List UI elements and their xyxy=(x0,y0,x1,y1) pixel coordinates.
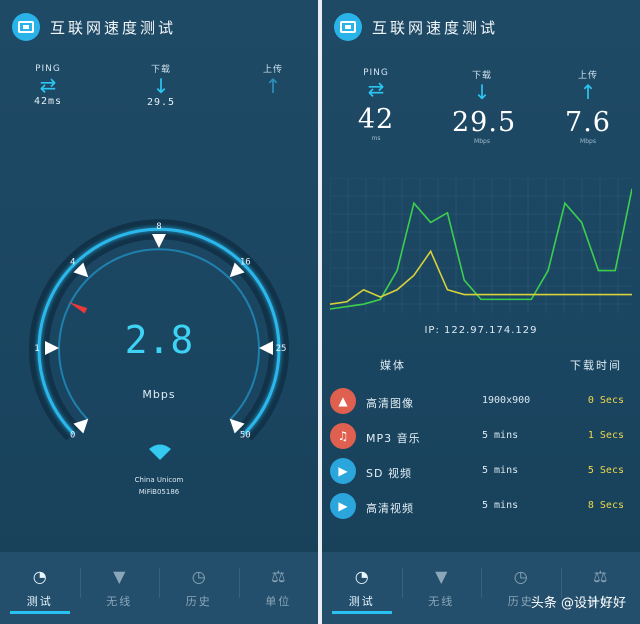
download-stat: 下载 ↓ 29.5 xyxy=(131,62,191,108)
list-item[interactable]: ▲ 高清图像 1900x900 0 Secs xyxy=(330,386,632,418)
ping-stat: PING ⇄ 42 ms xyxy=(346,68,406,142)
current-speed: 2.8 xyxy=(124,318,194,362)
carrier-name: China Unicom xyxy=(134,476,184,484)
ssid-name: MiFiB05186 xyxy=(138,488,180,496)
upload-unit: Mbps xyxy=(580,138,596,145)
app-title: 互联网速度测试 xyxy=(50,18,177,37)
media-column-header: 媒体 xyxy=(380,359,406,372)
bottom-tab-bar: ◔ 测试 ▼ 无线 ◷ 历史 ⚖ 单位 xyxy=(0,552,318,624)
tab-test[interactable]: ◔ 测试 xyxy=(0,552,80,624)
bottom-tab-bar: ◔ 测试 ▼ 无线 ◷ 历史 ⚖ 单位 xyxy=(322,552,640,624)
download-value: 29.5 xyxy=(452,107,517,138)
tab-units-label: 单位 xyxy=(265,595,292,608)
list-item[interactable]: ▶ 高清视频 5 mins 8 Secs xyxy=(330,491,632,523)
scale-icon: ⚖ xyxy=(593,567,608,586)
download-arrow-icon: ↓ xyxy=(473,80,491,104)
gauge-tick-label: 0 xyxy=(70,430,75,440)
list-item[interactable]: ▶ SD 视频 5 mins 5 Secs xyxy=(330,456,632,488)
speedometer-icon: ◔ xyxy=(32,567,47,586)
ping-value: 42ms xyxy=(33,96,63,107)
tab-units[interactable]: ⚖ 单位 xyxy=(560,552,640,624)
tab-units[interactable]: ⚖ 单位 xyxy=(238,552,319,624)
media-size: 1900x900 xyxy=(482,395,531,406)
speed-test-screen: 互联网速度测试 PING ⇄ 42ms 下载 ↓ 29.5 上传 ↑ 01481… xyxy=(0,0,318,624)
wifi-icon xyxy=(149,444,171,460)
media-name: 高清图像 xyxy=(366,397,414,410)
download-time: 1 Secs xyxy=(587,430,624,441)
gauge-tick-label: 16 xyxy=(240,258,251,268)
gauge-tick xyxy=(152,234,166,248)
download-time: 8 Secs xyxy=(587,500,624,511)
gauge-tick-label: 4 xyxy=(70,258,75,268)
download-unit: Mbps xyxy=(474,138,490,145)
upload-stat: 上传 ↑ xyxy=(243,62,303,97)
tab-test-label: 测试 xyxy=(348,595,375,608)
media-name: SD 视频 xyxy=(366,467,412,480)
app-bar: 互联网速度测试 xyxy=(0,0,318,54)
speed-unit: Mbps xyxy=(142,388,176,401)
tab-wireless[interactable]: ▼ 无线 xyxy=(401,552,482,624)
video-icon: ▶ xyxy=(330,493,356,519)
tab-wireless[interactable]: ▼ 无线 xyxy=(79,552,160,624)
video-icon: ▶ xyxy=(330,458,356,484)
download-time: 5 Secs xyxy=(587,465,624,476)
speed-history-chart xyxy=(330,178,632,313)
media-size: 5 mins xyxy=(482,430,519,441)
tab-test-label: 测试 xyxy=(26,595,53,608)
media-name: MP3 音乐 xyxy=(366,432,421,445)
upload-arrow-icon: ↑ xyxy=(579,80,597,104)
upload-stat: 上传 ↑ 7.6 Mbps xyxy=(558,68,618,145)
app-title: 互联网速度测试 xyxy=(372,18,499,37)
list-item[interactable]: ♫ MP3 音乐 5 mins 1 Secs xyxy=(330,421,632,453)
ping-unit: ms xyxy=(371,135,381,142)
upload-speed-line xyxy=(330,249,632,305)
speedometer-icon: ◔ xyxy=(354,567,369,586)
wifi-icon: ▼ xyxy=(435,567,448,586)
download-arrow-icon: ↓ xyxy=(152,74,170,98)
download-speed-line xyxy=(330,188,632,310)
tab-history[interactable]: ◷ 历史 xyxy=(159,552,239,624)
app-logo-icon xyxy=(334,13,362,41)
download-value: 29.5 xyxy=(146,97,176,108)
results-screen: 互联网速度测试 PING ⇄ 42 ms 下载 ↓ 29.5 Mbps 上传 ↑… xyxy=(322,0,640,624)
tab-wireless-label: 无线 xyxy=(428,595,455,608)
network-info: China Unicom MiFiB05186 xyxy=(0,474,318,498)
gauge-tick-label: 50 xyxy=(240,430,251,440)
ping-value: 42 xyxy=(357,104,395,135)
scale-icon: ⚖ xyxy=(271,567,286,586)
download-stat: 下载 ↓ 29.5 Mbps xyxy=(452,68,517,145)
tab-history-label: 历史 xyxy=(185,595,212,608)
wifi-icon: ▼ xyxy=(113,567,126,586)
watermark: 头条 @设计好好 xyxy=(530,596,626,611)
swap-arrows-icon: ⇄ xyxy=(367,77,385,101)
music-icon: ♫ xyxy=(330,423,356,449)
swap-arrows-icon: ⇄ xyxy=(39,73,57,97)
tab-test[interactable]: ◔ 测试 xyxy=(322,552,402,624)
history-icon: ◷ xyxy=(191,567,206,586)
tab-history[interactable]: ◷ 历史 xyxy=(481,552,561,624)
app-logo-icon xyxy=(12,13,40,41)
image-icon: ▲ xyxy=(330,388,356,414)
time-column-header: 下载时间 xyxy=(570,359,622,372)
upload-arrow-icon: ↑ xyxy=(264,74,282,98)
ip-address: IP: 122.97.174.129 xyxy=(424,325,538,336)
download-time: 0 Secs xyxy=(587,395,624,406)
history-icon: ◷ xyxy=(513,567,528,586)
gauge-needle xyxy=(68,301,88,314)
media-name: 高清视频 xyxy=(366,502,414,515)
gauge-tick-label: 8 xyxy=(156,222,161,232)
tab-history-label: 历史 xyxy=(507,595,534,608)
upload-value: 7.6 xyxy=(565,107,611,138)
ping-stat: PING ⇄ 42ms xyxy=(18,64,78,107)
app-bar: 互联网速度测试 xyxy=(322,0,640,54)
media-size: 5 mins xyxy=(482,465,519,476)
tab-wireless-label: 无线 xyxy=(106,595,133,608)
media-size: 5 mins xyxy=(482,500,519,511)
